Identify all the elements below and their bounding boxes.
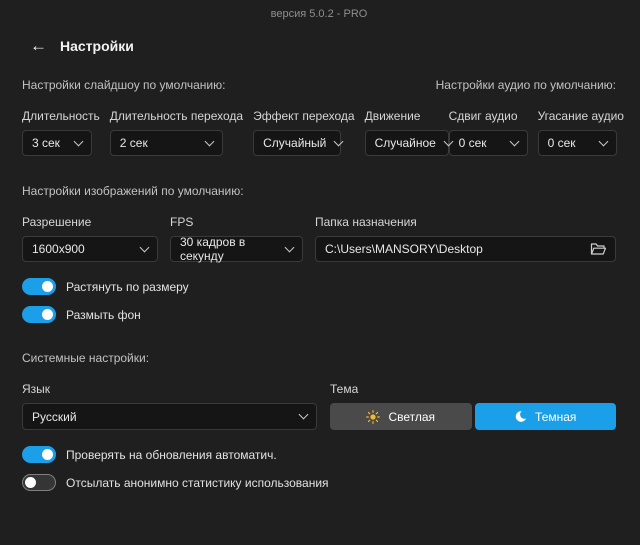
chevron-down-icon — [509, 136, 520, 146]
stretch-toggle-label: Растянуть по размеру — [66, 279, 189, 294]
resolution-value: 1600x900 — [32, 242, 85, 256]
transition-effect-label: Эффект перехода — [253, 109, 355, 123]
image-fields-row: Разрешение 1600x900 FPS 30 кадров в секу… — [22, 215, 616, 263]
resolution-dropdown[interactable]: 1600x900 — [22, 236, 158, 262]
theme-field: Тема Светлая Темная — [330, 382, 616, 430]
resolution-label: Разрешение — [22, 215, 92, 229]
theme-label: Тема — [330, 382, 359, 396]
folder-icon — [590, 243, 607, 255]
chevron-down-icon — [298, 409, 309, 420]
auto-update-toggle[interactable] — [22, 446, 56, 463]
transition-duration-field: Длительность перехода 2 сек — [109, 109, 244, 156]
chevron-down-icon — [139, 242, 150, 252]
toggle-knob — [42, 309, 53, 320]
duration-label: Длительность — [22, 109, 100, 123]
motion-value: Случайное — [374, 136, 436, 150]
motion-field: Движение Случайное — [364, 109, 454, 156]
transition-duration-dropdown[interactable]: 2 сек — [109, 130, 223, 156]
settings-window: версия 5.0.2 - PRO ← Настройки Настройки… — [0, 0, 640, 545]
stretch-toggle-row: Растянуть по размеру — [22, 278, 616, 295]
slideshow-audio-fields-row: Длительность 3 сек Длительность перехода… — [22, 109, 624, 156]
duration-value: 3 сек — [32, 136, 60, 150]
toggle-knob — [42, 449, 53, 460]
slideshow-fields-group: Длительность 3 сек Длительность перехода… — [22, 109, 454, 156]
language-field: Язык Русский — [22, 382, 317, 430]
toggle-knob — [42, 281, 53, 292]
chevron-down-icon — [284, 242, 295, 252]
toggle-knob — [25, 477, 36, 488]
system-section-title: Системные настройки: — [22, 351, 150, 365]
dark-theme-button[interactable]: Темная — [474, 403, 616, 430]
dark-theme-label: Темная — [535, 409, 577, 424]
language-value: Русский — [32, 409, 77, 424]
chevron-down-icon — [204, 136, 215, 146]
duration-field: Длительность 3 сек — [22, 109, 100, 156]
chevron-down-icon — [598, 136, 609, 146]
fps-field: FPS 30 кадров в секунду — [170, 215, 303, 263]
theme-button-group: Светлая Темная — [330, 403, 616, 430]
destination-path-input[interactable] — [325, 242, 582, 256]
page-header: ← Настройки — [30, 37, 616, 54]
language-dropdown[interactable]: Русский — [22, 403, 317, 430]
fps-dropdown[interactable]: 30 кадров в секунду — [170, 235, 303, 263]
moon-icon — [515, 411, 527, 422]
system-fields-row: Язык Русский Тема Светлая Темная — [22, 382, 616, 430]
audio-shift-label: Сдвиг аудио — [448, 109, 518, 123]
light-theme-button[interactable]: Светлая — [330, 403, 472, 430]
anonymous-stats-toggle-label: Отсылать анонимно статистику использован… — [66, 475, 329, 490]
audio-fields-group: Сдвиг аудио 0 сек Угасание аудио 0 сек — [448, 109, 624, 156]
slideshow-section-title: Настройки слайдшоу по умолчанию: — [22, 78, 226, 92]
fps-label: FPS — [170, 215, 194, 229]
page-title: Настройки — [60, 37, 134, 54]
fps-value: 30 кадров в секунду — [180, 235, 246, 263]
light-theme-label: Светлая — [388, 409, 436, 424]
duration-dropdown[interactable]: 3 сек — [22, 130, 92, 156]
audio-fade-value: 0 сек — [547, 136, 576, 150]
transition-duration-value: 2 сек — [119, 136, 148, 150]
images-section-title: Настройки изображений по умолчанию: — [22, 184, 244, 198]
motion-dropdown[interactable]: Случайное — [364, 130, 454, 156]
destination-field: Папка назначения — [315, 215, 616, 262]
resolution-field: Разрешение 1600x900 — [22, 215, 158, 262]
chevron-down-icon — [73, 136, 84, 146]
version-label: версия 5.0.2 - PRO — [270, 8, 368, 20]
blur-toggle-row: Размыть фон — [22, 306, 616, 323]
system-section-title-row: Системные настройки: — [22, 351, 616, 365]
transition-effect-dropdown[interactable]: Случайный — [253, 130, 344, 156]
destination-path-box — [315, 236, 616, 262]
chevron-down-icon — [333, 136, 344, 146]
audio-shift-field: Сдвиг аудио 0 сек — [448, 109, 528, 156]
audio-fade-field: Угасание аудио 0 сек — [537, 109, 624, 156]
audio-shift-dropdown[interactable]: 0 сек — [448, 130, 528, 156]
anonymous-stats-toggle[interactable] — [22, 474, 56, 491]
browse-folder-button[interactable] — [582, 242, 607, 256]
blur-toggle-label: Размыть фон — [66, 307, 141, 322]
sun-icon — [366, 409, 381, 424]
back-arrow-button[interactable]: ← — [30, 37, 47, 54]
transition-effect-field: Эффект перехода Случайный — [253, 109, 355, 156]
stretch-toggle[interactable] — [22, 278, 56, 295]
destination-label: Папка назначения — [315, 215, 417, 229]
audio-fade-dropdown[interactable]: 0 сек — [537, 130, 617, 156]
blur-toggle[interactable] — [22, 306, 56, 323]
transition-duration-label: Длительность перехода — [109, 109, 244, 123]
audio-section-title: Настройки аудио по умолчанию: — [435, 78, 616, 92]
images-section-title-row: Настройки изображений по умолчанию: — [22, 184, 616, 198]
auto-update-toggle-label: Проверять на обновления автоматич. — [66, 447, 277, 462]
language-label: Язык — [22, 382, 51, 396]
updates-toggle-row: Проверять на обновления автоматич. — [22, 446, 616, 463]
transition-effect-value: Случайный — [263, 136, 327, 150]
motion-label: Движение — [364, 109, 421, 123]
statistics-toggle-row: Отсылать анонимно статистику использован… — [22, 474, 616, 491]
section-titles-row: Настройки слайдшоу по умолчанию: Настрой… — [22, 78, 616, 92]
audio-fade-label: Угасание аудио — [537, 109, 624, 123]
audio-shift-value: 0 сек — [458, 136, 487, 150]
